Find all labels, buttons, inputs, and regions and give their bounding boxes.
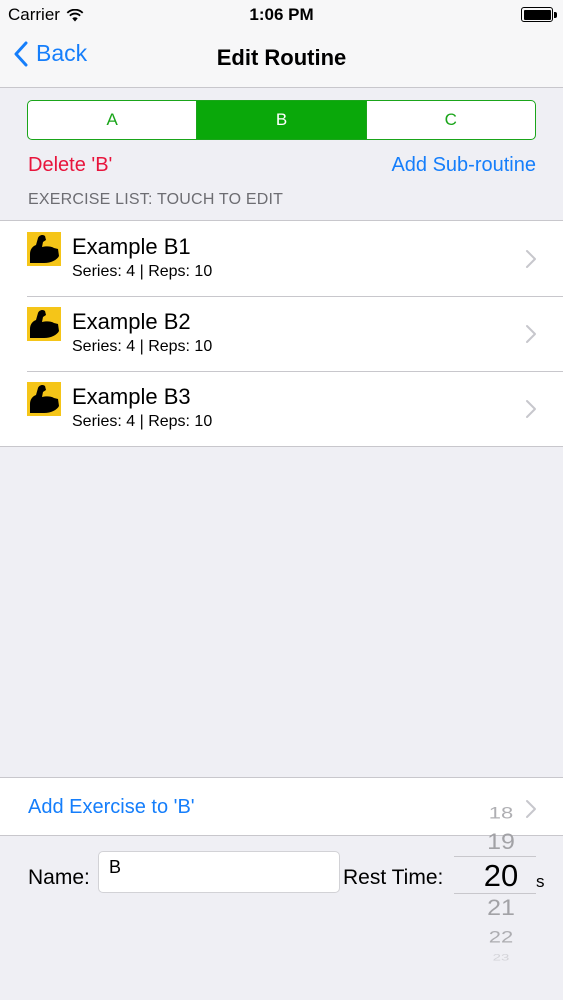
- exercise-title: Example B3: [72, 384, 191, 409]
- picker-value[interactable]: 18: [454, 803, 548, 823]
- picker-value[interactable]: 21: [454, 896, 548, 922]
- delete-subroutine-button[interactable]: Delete 'B': [28, 154, 112, 177]
- exercise-row[interactable]: Example B2 Series: 4 | Reps: 10: [0, 296, 563, 371]
- subroutine-segmented-control: A B C: [27, 100, 536, 140]
- add-subroutine-button[interactable]: Add Sub-routine: [391, 154, 536, 177]
- exercise-row[interactable]: Example B3 Series: 4 | Reps: 10: [0, 371, 563, 446]
- exercise-details: Series: 4 | Reps: 10: [72, 338, 213, 355]
- segment-b[interactable]: B: [196, 101, 366, 139]
- status-time: 1:06 PM: [249, 5, 314, 24]
- flexed-arm-icon: [27, 382, 61, 416]
- chevron-right-icon: [526, 325, 536, 343]
- chevron-right-icon: [526, 400, 536, 418]
- exercise-list-header: EXERCISE LIST: TOUCH TO EDIT: [28, 191, 284, 208]
- picker-value[interactable]: 17: [454, 786, 548, 788]
- exercise-title: Example B2: [72, 309, 191, 334]
- flexed-arm-icon: [27, 307, 61, 341]
- name-input[interactable]: [98, 851, 340, 893]
- status-bar: Carrier 1:06 PM: [0, 0, 563, 30]
- exercise-details: Series: 4 | Reps: 10: [72, 263, 213, 280]
- rest-time-label: Rest Time:: [343, 866, 444, 889]
- picker-value[interactable]: 19: [454, 830, 548, 856]
- flexed-arm-icon: [27, 232, 61, 266]
- name-label: Name:: [28, 866, 90, 889]
- battery-icon: [521, 7, 557, 22]
- picker-value[interactable]: 22: [454, 927, 548, 947]
- page-title: Edit Routine: [216, 45, 347, 70]
- picker-selection-top-line: [454, 856, 536, 857]
- exercise-details: Series: 4 | Reps: 10: [72, 413, 213, 430]
- exercise-title: Example B1: [72, 234, 191, 259]
- segment-a[interactable]: A: [28, 101, 196, 139]
- exercise-row[interactable]: Example B1 Series: 4 | Reps: 10: [0, 221, 563, 296]
- navigation-bar: Back Edit Routine: [0, 30, 563, 88]
- segment-c[interactable]: C: [365, 101, 535, 139]
- picker-selected-value[interactable]: 20: [454, 858, 548, 894]
- rest-time-picker[interactable]: s 17181920212223: [454, 786, 548, 970]
- exercise-list: Example B1 Series: 4 | Reps: 10 Example …: [0, 220, 563, 447]
- picker-value[interactable]: 23: [454, 952, 548, 963]
- add-exercise-button[interactable]: Add Exercise to 'B': [28, 796, 195, 819]
- chevron-right-icon: [526, 250, 536, 268]
